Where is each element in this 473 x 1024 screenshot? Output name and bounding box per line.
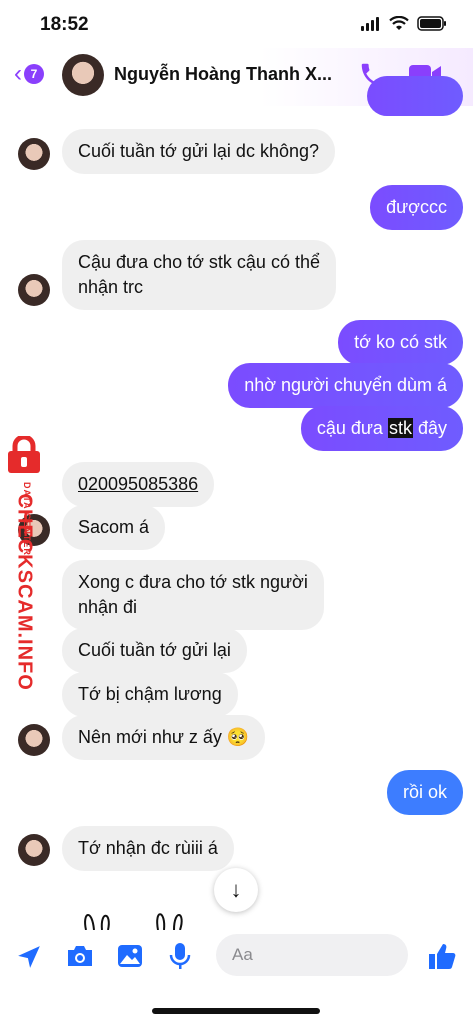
contact-name[interactable]: Nguyễn Hoàng Thanh X... <box>114 64 332 85</box>
back-button[interactable]: ‹ 7 <box>14 60 44 88</box>
message-in-account-number[interactable]: 020095085386 <box>62 462 215 507</box>
message-out[interactable]: tớ ko có stk <box>338 320 463 365</box>
message-in[interactable]: Cuối tuần tớ gửi lại dc không? <box>62 129 335 174</box>
sender-avatar <box>18 724 50 756</box>
sticker-image <box>84 913 183 931</box>
message-in[interactable]: Tớ nhận đc rùiii á <box>62 826 234 871</box>
sender-avatar <box>18 138 50 170</box>
watermark-text: CHECKSCAM.INFO <box>13 493 36 691</box>
message-input-placeholder: Aa <box>232 945 253 964</box>
microphone-icon[interactable] <box>169 942 191 970</box>
contact-avatar[interactable] <box>62 54 104 96</box>
message-out-clipped <box>367 76 463 116</box>
message-out[interactable]: nhờ người chuyển dùm á <box>228 363 463 408</box>
thumbs-up-icon[interactable] <box>426 940 458 972</box>
selected-text: stk <box>387 418 413 438</box>
message-in[interactable]: Sacom á <box>62 505 166 550</box>
message-out[interactable]: cậu đưa stk đây <box>300 406 463 451</box>
sender-avatar <box>18 834 50 866</box>
message-in[interactable]: Tớ bị chậm lương <box>62 672 238 717</box>
message-text: đây <box>412 418 447 438</box>
gallery-icon[interactable] <box>117 944 143 968</box>
status-icons <box>361 16 447 31</box>
status-bar: 18:52 <box>0 0 473 48</box>
unread-badge: 7 <box>24 64 44 84</box>
send-location-icon[interactable] <box>16 944 42 970</box>
arrow-down-icon: ↓ <box>230 877 242 902</box>
scroll-to-bottom-button[interactable]: ↓ <box>214 868 258 912</box>
chevron-left-icon: ‹ <box>14 60 22 87</box>
message-in[interactable]: Cuối tuần tớ gửi lại <box>62 628 247 673</box>
message-in[interactable]: Nên mới như z ấy 🥺 <box>62 715 266 760</box>
message-in[interactable]: Xong c đưa cho tớ stk người nhận đi <box>62 560 324 630</box>
message-out[interactable]: rồi ok <box>386 770 463 815</box>
watermark: DATA CENTER CHECKSCAM.INFO <box>0 436 54 691</box>
message-line: nhận trc <box>78 277 144 297</box>
message-out[interactable]: đượccc <box>370 185 463 230</box>
home-indicator <box>152 1008 320 1014</box>
message-input[interactable]: Aa <box>216 934 408 976</box>
message-line: Cậu đưa cho tớ stk cậu có thể <box>78 252 320 272</box>
battery-icon <box>417 16 446 31</box>
message-text: cậu đưa <box>316 418 388 438</box>
lock-icon <box>8 436 40 473</box>
wifi-icon <box>389 16 409 30</box>
message-in[interactable]: Cậu đưa cho tớ stk cậu có thể nhận trc <box>62 240 336 310</box>
status-time: 18:52 <box>40 14 89 35</box>
message-line: Xong c đưa cho tớ stk người <box>78 572 308 592</box>
sender-avatar <box>18 274 50 306</box>
camera-icon[interactable] <box>66 944 94 968</box>
message-line: nhận đi <box>78 597 138 617</box>
signal-icon <box>361 16 381 31</box>
